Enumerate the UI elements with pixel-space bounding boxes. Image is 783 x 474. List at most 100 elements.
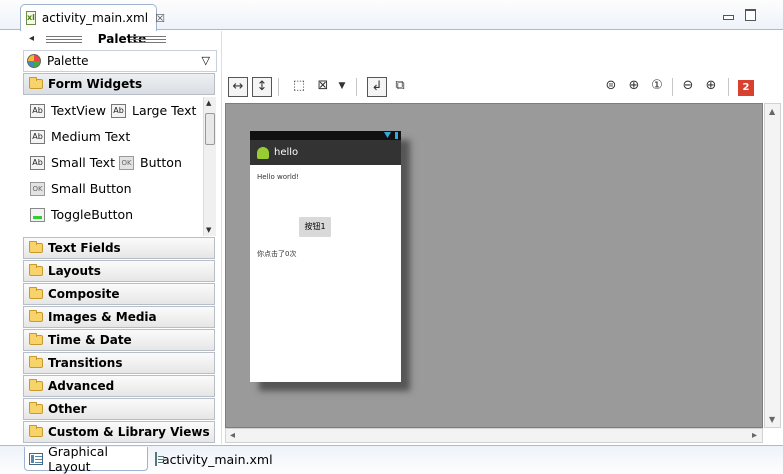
match-height-icon[interactable]: ↕ [252,77,272,97]
folder-icon [29,310,43,322]
error-count-badge[interactable]: 2 [738,80,754,96]
close-tab-icon[interactable]: ☒ [155,12,165,25]
maximize-icon[interactable] [743,7,757,21]
widget-button[interactable]: OK Button [119,155,182,170]
device-preview[interactable]: hello Hello world! 按钮1 你点击了0次 [250,131,401,382]
category-composite[interactable]: Composite [23,283,215,305]
toolbar-separator [356,78,357,96]
category-label: Custom & Library Views [48,425,210,439]
android-icon [257,146,269,159]
match-width-icon[interactable]: ↔ [228,77,248,97]
zoom-out-icon[interactable]: ⊖ [678,77,698,97]
chevron-down-icon[interactable]: ▼ [336,77,348,97]
toggle-gravity-icon[interactable]: ↲ [367,77,387,97]
text-widget-icon: Ab [30,129,45,144]
folder-icon [29,287,43,299]
scroll-right-icon[interactable]: ▸ [752,430,757,441]
palette-title: Palette [97,32,147,46]
category-label: Transitions [48,356,123,370]
widget-small-text[interactable]: Ab Small Text [30,155,115,170]
scroll-up-icon[interactable]: ▲ [769,107,775,116]
tab-graphical-layout[interactable]: Graphical Layout [24,444,148,474]
preview-button[interactable]: 按钮1 [299,217,331,237]
button-widget-icon: OK [30,181,45,196]
xml-file-icon: xl [26,11,36,25]
text-widget-icon: Ab [111,103,126,118]
palette-header: ◂ Palette [22,31,222,49]
toolbar-separator [672,78,673,96]
widget-textview[interactable]: Ab TextView [30,103,106,118]
category-label: Images & Media [48,310,157,324]
editor-page-tabs: Graphical Layout activity_main.xml [0,444,783,474]
toggle-widget-icon [30,207,45,222]
zoom-in-icon[interactable]: ⊕ [701,77,721,97]
fit-bounds-icon[interactable]: ⊠ [313,77,333,97]
widget-label: Medium Text [51,129,131,144]
widget-medium-text[interactable]: Ab Medium Text [30,129,130,144]
category-label: Text Fields [48,241,121,255]
open-folder-icon [29,77,43,89]
category-form-widgets[interactable]: Form Widgets [23,73,215,95]
canvas-horizontal-scrollbar[interactable]: ◂ ▸ [225,428,763,443]
canvas-vertical-scrollbar[interactable]: ▲ ▼ [764,103,781,428]
xml-source-icon [155,452,164,466]
widget-toggle-button[interactable]: ToggleButton [30,207,133,222]
graphical-layout-icon [29,452,44,465]
widget-small-button[interactable]: OK Small Button [30,181,132,196]
app-action-bar[interactable]: hello [250,140,401,165]
hello-textview[interactable]: Hello world! [257,173,299,181]
distribute-weights-icon[interactable]: ⧉ [390,77,410,97]
zoom-to-fit-icon[interactable]: ⊜ [601,77,621,97]
category-label: Form Widgets [48,77,143,91]
category-time-date[interactable]: Time & Date [23,329,215,351]
category-other[interactable]: Other [23,398,215,420]
folder-icon [29,241,43,253]
folder-icon [29,379,43,391]
text-widget-icon: Ab [30,155,45,170]
scroll-down-icon[interactable]: ▼ [769,415,775,424]
drag-grip-icon[interactable] [130,36,166,43]
click-count-textview[interactable]: 你点击了0次 [257,249,296,259]
tab-xml-source[interactable]: activity_main.xml [150,447,273,471]
folder-icon [29,356,43,368]
palette-selector-value: Palette [47,54,89,68]
minimize-icon[interactable] [721,7,735,20]
category-label: Other [48,402,87,416]
widget-label: Large Text [132,103,197,118]
category-layouts[interactable]: Layouts [23,260,215,282]
folder-icon [29,402,43,414]
widget-label: Button [140,155,182,170]
scroll-left-icon[interactable]: ◂ [230,430,235,441]
palette-selector[interactable]: Palette ▽ [23,50,217,72]
folder-icon [29,333,43,345]
widget-list-scrollbar[interactable]: ▲ ▼ [203,97,216,236]
category-text-fields[interactable]: Text Fields [23,237,215,259]
palette-panel: ◂ Palette Palette ▽ Form Widgets Ab Text… [22,31,222,444]
category-custom-library-views[interactable]: Custom & Library Views [23,421,215,443]
zoom-100-icon[interactable]: ① [647,77,667,97]
scroll-down-icon[interactable]: ▼ [206,226,211,234]
folder-icon [29,264,43,276]
scroll-up-icon[interactable]: ▲ [206,99,211,107]
category-label: Layouts [48,264,101,278]
scrollbar-thumb[interactable] [205,113,215,145]
layout-editor: ↔ ↕ ⬚ ⊠ ▼ ↲ ⧉ ⊜ ⊕ ① ⊖ ⊕ 2 hello Hello wo… [223,31,783,444]
button-widget-icon: OK [119,155,134,170]
tab-label: activity_main.xml [162,451,273,467]
editor-tab-activity-main[interactable]: xl activity_main.xml ☒ [20,4,165,31]
category-images-media[interactable]: Images & Media [23,306,215,328]
show-bounds-icon[interactable]: ⬚ [289,77,309,97]
wifi-icon [384,132,391,138]
widget-label: Small Button [51,181,132,196]
widget-list: Ab TextView Ab Large Text Ab Medium Text… [23,97,217,236]
category-transitions[interactable]: Transitions [23,352,215,374]
text-widget-icon: Ab [30,103,45,118]
battery-icon [395,132,398,139]
category-advanced[interactable]: Advanced [23,375,215,397]
design-canvas[interactable]: hello Hello world! 按钮1 你点击了0次 [225,103,763,428]
widget-label: ToggleButton [51,207,134,222]
zoom-real-size-icon[interactable]: ⊕ [624,77,644,97]
chevron-down-icon[interactable]: ▽ [202,54,210,67]
widget-large-text[interactable]: Ab Large Text [111,103,196,118]
palette-icon [27,54,41,68]
